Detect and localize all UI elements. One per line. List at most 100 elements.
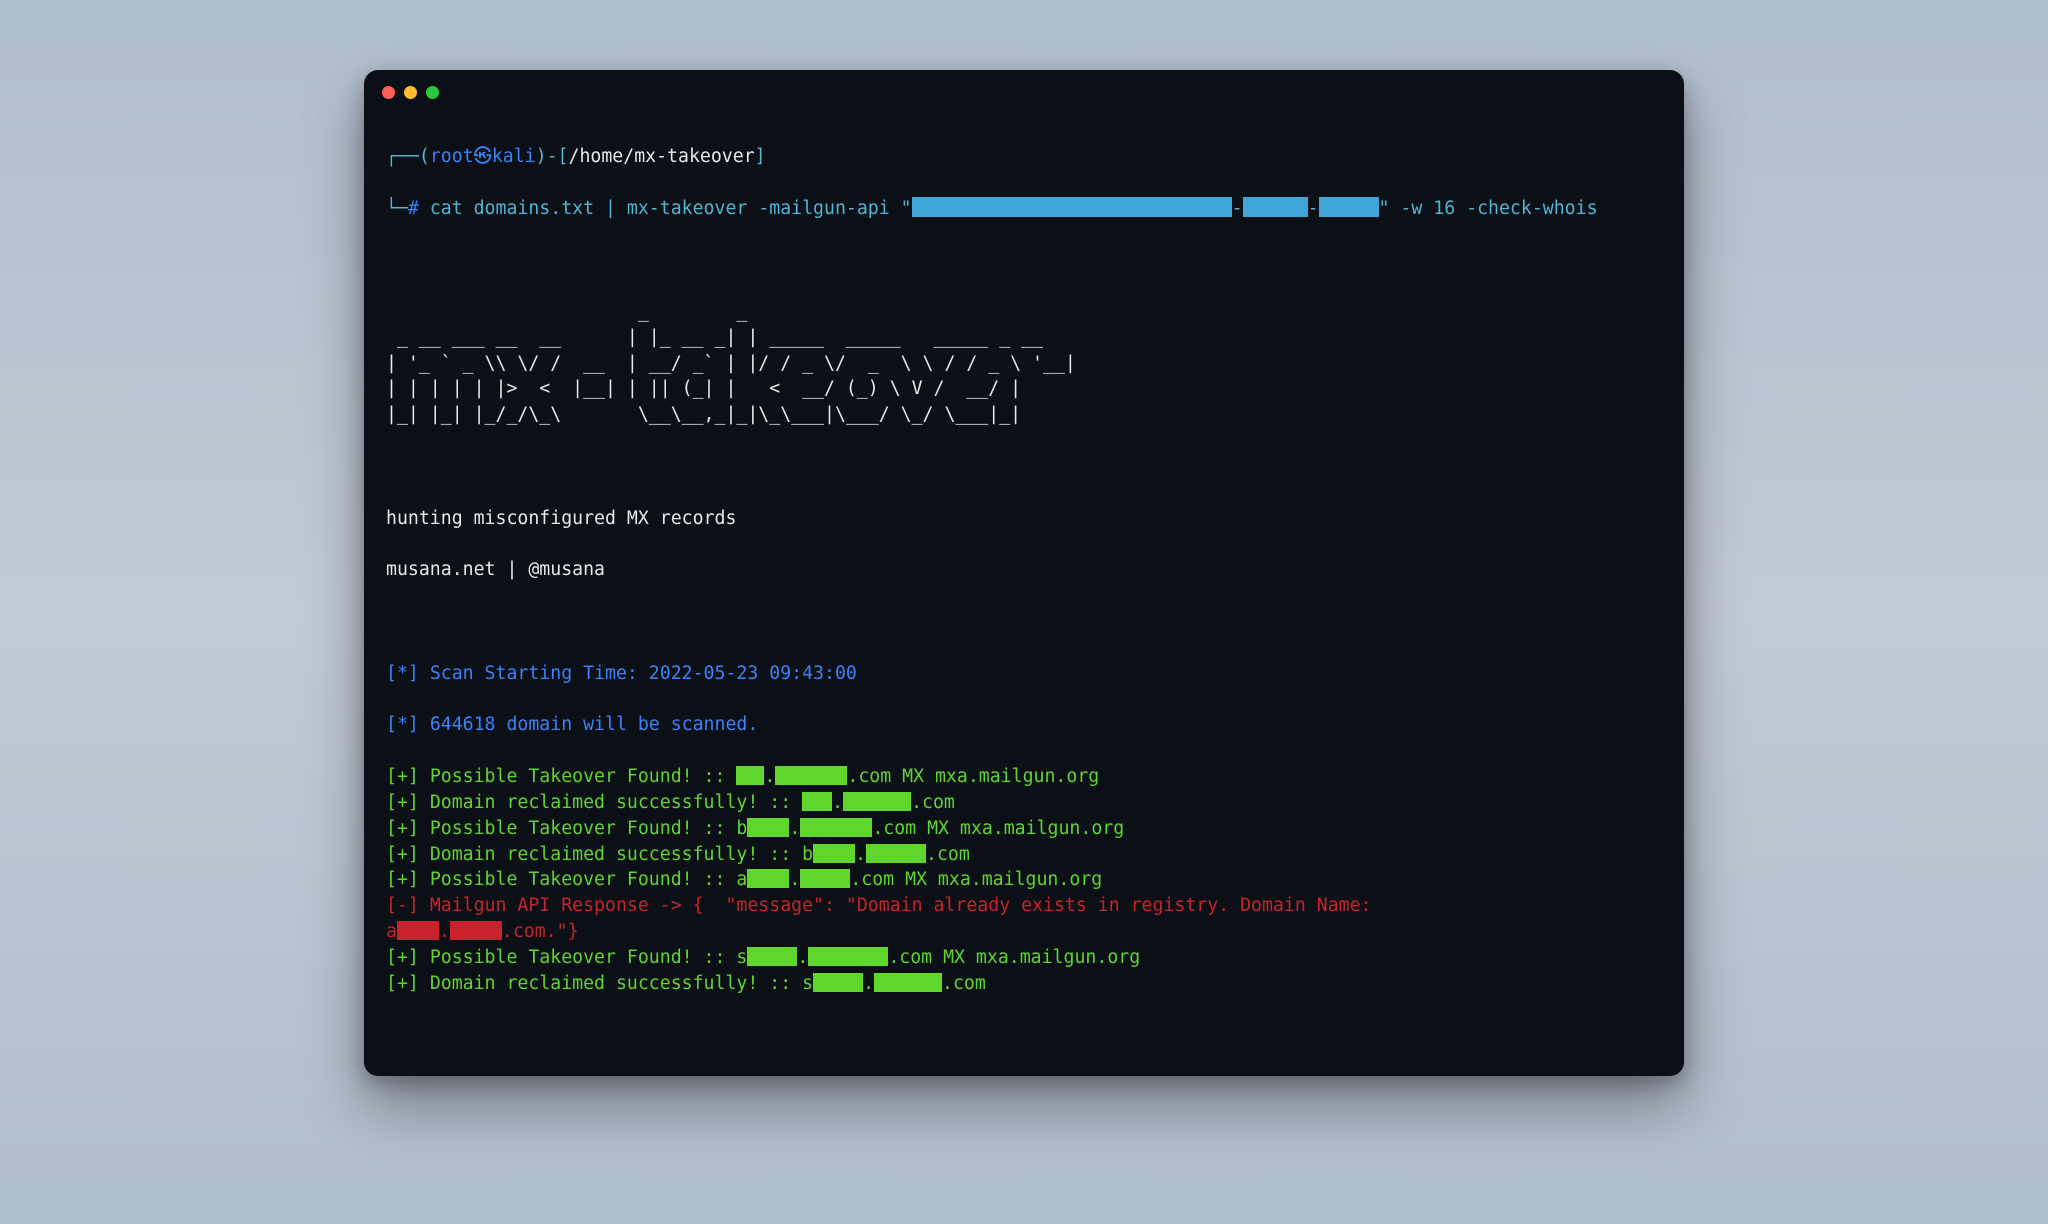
domain-prefix: s bbox=[736, 947, 747, 968]
domain-dot: . bbox=[863, 973, 874, 994]
blank-line bbox=[386, 609, 1662, 635]
reclaim-ok-label: Domain reclaimed successfully! :: bbox=[430, 792, 802, 813]
domain-redacted-segment bbox=[813, 973, 863, 992]
result-marker: [+] bbox=[386, 947, 430, 968]
domain-redacted-segment bbox=[747, 818, 789, 837]
terminal-body[interactable]: ┌──(root㉿kali)-[/home/mx-takeover] └─# c… bbox=[364, 114, 1684, 1048]
blank-line bbox=[386, 247, 1662, 273]
takeover-found-label: Possible Takeover Found! :: bbox=[430, 947, 737, 968]
error-suffix: .com."} bbox=[502, 921, 579, 942]
domain-prefix: a bbox=[736, 869, 747, 890]
result-suffix: .com MX mxa.mailgun.org bbox=[847, 766, 1099, 787]
terminal-window: ┌──(root㉿kali)-[/home/mx-takeover] └─# c… bbox=[364, 70, 1684, 1076]
result-marker: [+] bbox=[386, 766, 430, 787]
ascii-art-banner: _ _ _ __ ___ __ __ | |_ __ _| | _____ __… bbox=[386, 299, 1662, 428]
info-marker: [*] bbox=[386, 663, 430, 684]
domain-redacted-segment bbox=[775, 766, 847, 785]
takeover-found-label: Possible Takeover Found! :: bbox=[430, 766, 737, 787]
titlebar bbox=[364, 70, 1684, 114]
result-suffix: .com MX mxa.mailgun.org bbox=[850, 869, 1102, 890]
prompt-branch-open: ┌──( bbox=[386, 146, 430, 167]
flag-check-whois: -check-whois bbox=[1466, 198, 1597, 219]
prompt-sep: )-[ bbox=[536, 146, 569, 167]
takeover-found-label: Possible Takeover Found! :: bbox=[430, 869, 737, 890]
result-line: [+] Possible Takeover Found! :: s. .com M… bbox=[386, 945, 1662, 971]
result-marker: [+] bbox=[386, 973, 430, 994]
domain-prefix: s bbox=[802, 973, 813, 994]
domain-dot: . bbox=[789, 869, 800, 890]
command-quote-close: " bbox=[1379, 198, 1401, 219]
prompt-hash: # bbox=[408, 198, 430, 219]
domain-redacted-segment bbox=[450, 921, 502, 940]
domain-prefix: b bbox=[802, 844, 813, 865]
result-line: [+] Domain reclaimed successfully! :: s.… bbox=[386, 971, 1662, 997]
domain-redacted-segment bbox=[843, 792, 911, 811]
domain-dot: . bbox=[855, 844, 866, 865]
command-text: cat domains.txt | mx-takeover -mailgun-a… bbox=[430, 198, 912, 219]
result-marker: [+] bbox=[386, 792, 430, 813]
result-marker: [+] bbox=[386, 844, 430, 865]
result-suffix: .com MX mxa.mailgun.org bbox=[888, 947, 1140, 968]
scan-count: 644618 domain will be scanned. bbox=[430, 714, 759, 735]
reclaim-ok-label: Domain reclaimed successfully! :: bbox=[430, 844, 802, 865]
domain-redacted-segment bbox=[800, 869, 850, 888]
maximize-icon[interactable] bbox=[426, 86, 439, 99]
domain-dot: . bbox=[789, 818, 800, 839]
flag-workers: -w 16 bbox=[1400, 198, 1466, 219]
result-marker: [+] bbox=[386, 818, 430, 839]
result-line: [+] Possible Takeover Found! :: . .com MX… bbox=[386, 764, 1662, 790]
result-suffix: .com bbox=[942, 973, 986, 994]
result-line: [+] Domain reclaimed successfully! :: ..… bbox=[386, 790, 1662, 816]
result-suffix: .com bbox=[926, 844, 970, 865]
result-line: [+] Possible Takeover Found! :: a. .com M… bbox=[386, 867, 1662, 893]
prompt-host: kali bbox=[492, 146, 536, 167]
api-key-redacted-segment bbox=[912, 197, 1232, 216]
domain-dot: . bbox=[832, 792, 843, 813]
result-line: [+] Possible Takeover Found! :: b. .com M… bbox=[386, 816, 1662, 842]
domain-redacted-segment bbox=[813, 844, 855, 863]
result-line: [+] Domain reclaimed successfully! :: b.… bbox=[386, 842, 1662, 868]
result-marker: [+] bbox=[386, 869, 430, 890]
api-key-redacted-segment bbox=[1243, 197, 1308, 216]
api-key-dash: - bbox=[1308, 198, 1319, 219]
domain-redacted-segment bbox=[747, 947, 797, 966]
api-key-redacted-segment bbox=[1319, 197, 1379, 216]
prompt-user: root bbox=[430, 146, 474, 167]
reclaim-ok-label: Domain reclaimed successfully! :: bbox=[430, 973, 802, 994]
domain-redacted-segment bbox=[802, 792, 832, 811]
blank-line bbox=[386, 454, 1662, 480]
minimize-icon[interactable] bbox=[404, 86, 417, 99]
info-marker: [*] bbox=[386, 714, 430, 735]
domain-dot: . bbox=[439, 921, 450, 942]
domain-dot: . bbox=[764, 766, 775, 787]
tagline-1: hunting misconfigured MX records bbox=[386, 506, 1662, 532]
domain-redacted-segment bbox=[747, 869, 789, 888]
prompt-line-1: ┌──(root㉿kali)-[/home/mx-takeover] bbox=[386, 144, 1662, 170]
tagline-2: musana.net | @musana bbox=[386, 557, 1662, 583]
domain-redacted-segment bbox=[397, 921, 439, 940]
error-message-text: Mailgun API Response -> { "message": "Do… bbox=[430, 895, 1383, 916]
domain-redacted-segment bbox=[800, 818, 872, 837]
prompt-cwd: /home/mx-takeover bbox=[569, 146, 755, 167]
prompt-branch-end: └─ bbox=[386, 198, 408, 219]
result-line: [-] Mailgun API Response -> { "message":… bbox=[386, 893, 1662, 919]
result-suffix: .com MX mxa.mailgun.org bbox=[872, 818, 1124, 839]
takeover-found-label: Possible Takeover Found! :: bbox=[430, 818, 737, 839]
info-line-1: [*] Scan Starting Time: 2022-05-23 09:43… bbox=[386, 661, 1662, 687]
domain-redacted-segment bbox=[808, 947, 888, 966]
close-icon[interactable] bbox=[382, 86, 395, 99]
api-key-dash: - bbox=[1232, 198, 1243, 219]
prompt-line-2: └─# cat domains.txt | mx-takeover -mailg… bbox=[386, 196, 1662, 222]
domain-redacted-segment bbox=[874, 973, 942, 992]
domain-prefix: a bbox=[386, 921, 397, 942]
result-marker: [-] bbox=[386, 895, 430, 916]
prompt-bracket-close: ] bbox=[755, 146, 766, 167]
domain-redacted-segment bbox=[736, 766, 764, 785]
domain-dot: . bbox=[797, 947, 808, 968]
scan-start-time: Scan Starting Time: 2022-05-23 09:43:00 bbox=[430, 663, 857, 684]
results-block: [+] Possible Takeover Found! :: ..com MX… bbox=[386, 764, 1662, 997]
domain-prefix: b bbox=[736, 818, 747, 839]
domain-redacted-segment bbox=[866, 844, 926, 863]
result-line-cont: a. .com."} bbox=[386, 919, 1662, 945]
prompt-at-icon: ㉿ bbox=[474, 146, 492, 167]
